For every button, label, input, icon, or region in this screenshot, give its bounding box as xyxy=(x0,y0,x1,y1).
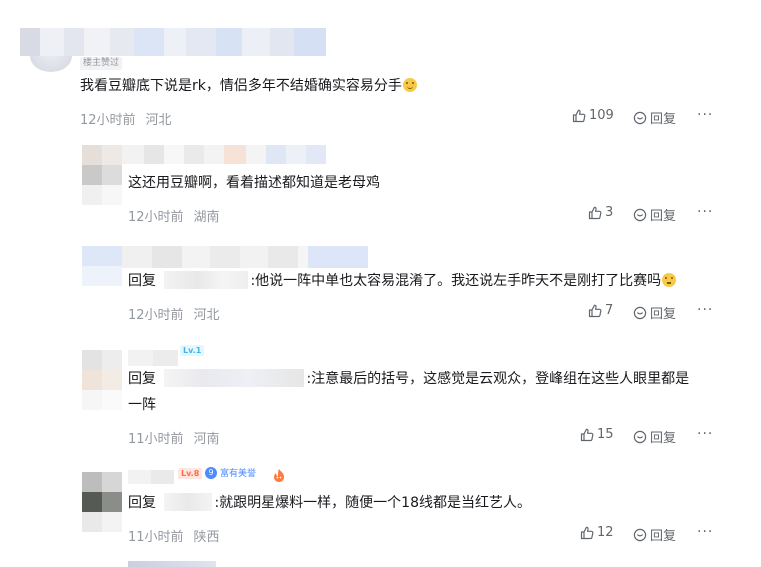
reply-label: 回复 xyxy=(650,431,677,446)
mentioned-user-blurred[interactable] xyxy=(164,369,305,387)
like-button[interactable]: 15 xyxy=(580,427,614,442)
like-count: 109 xyxy=(589,108,614,123)
reply-location: 湖南 xyxy=(193,210,220,225)
comment-time: 12小时前 xyxy=(80,113,136,128)
reply-label: 回复 xyxy=(650,529,677,544)
emoji-smile-icon xyxy=(402,78,417,92)
reply-meta: 12小时前 湖南 xyxy=(128,206,230,225)
reply-prefix: 回复 xyxy=(128,273,156,289)
reply-label: 回复 xyxy=(650,209,677,224)
comment-text: 我看豆瓣底下说是rk，情侣多年不结婚确实容易分手 xyxy=(80,75,417,97)
emoji-sad-icon xyxy=(662,273,677,287)
avatar[interactable] xyxy=(82,145,122,205)
mentioned-user-blurred[interactable] xyxy=(164,493,213,511)
username-blurred[interactable] xyxy=(128,350,178,366)
more-icon[interactable]: ··· xyxy=(697,302,713,318)
reply-bubble-icon xyxy=(633,430,647,444)
reply-location: 陕西 xyxy=(193,530,220,545)
fire-icon xyxy=(272,467,286,482)
thumbs-up-icon xyxy=(580,526,594,540)
avatar[interactable] xyxy=(82,246,122,286)
reply-button[interactable]: 回复 xyxy=(633,427,676,446)
reply-text: 回复 :就跟明星爆料一样，随便一个18线都是当红艺人。 xyxy=(128,492,531,514)
like-count: 15 xyxy=(597,427,614,442)
level-badge: Lv.8 xyxy=(178,468,203,479)
comment-text-content: 我看豆瓣底下说是rk，情侣多年不结婚确实容易分手 xyxy=(80,78,402,94)
comment-location: 河北 xyxy=(145,113,172,128)
level-badge: Lv.1 xyxy=(180,345,205,356)
reply-button[interactable]: 回复 xyxy=(633,303,676,322)
more-icon[interactable]: ··· xyxy=(697,107,713,123)
reply-bubble-icon xyxy=(633,528,647,542)
reply-meta: 12小时前 河北 xyxy=(128,304,230,323)
like-button[interactable]: 7 xyxy=(588,303,613,318)
avatar[interactable] xyxy=(82,472,122,532)
author-liked-tag: 楼主赞过 xyxy=(80,57,123,70)
reply-meta: 11小时前 陕西 xyxy=(128,526,230,545)
reply-text: 这还用豆瓣啊，看着描述都知道是老母鸡 xyxy=(128,175,380,191)
thumbs-up-icon xyxy=(588,304,602,318)
username-blurred[interactable] xyxy=(20,28,326,56)
reply-label: 回复 xyxy=(650,112,677,127)
reply-button[interactable]: 回复 xyxy=(633,205,676,224)
more-icon[interactable]: ··· xyxy=(697,204,713,220)
reply-text: 回复 :注意最后的括号，这感觉是云观众，登峰组在这些人眼里都是 xyxy=(128,368,689,390)
reply-time: 11小时前 xyxy=(128,530,184,545)
like-button[interactable]: 12 xyxy=(580,525,614,540)
thumbs-up-icon xyxy=(588,206,602,220)
like-button[interactable]: 109 xyxy=(572,108,614,123)
reply-text-content: :他说一阵中单也太容易混淆了。我还说左手昨天不是刚打了比赛吗 xyxy=(250,273,662,289)
reply-meta: 11小时前 河南 xyxy=(128,428,230,447)
reply-button[interactable]: 回复 xyxy=(633,525,676,544)
reply-label: 回复 xyxy=(650,307,677,322)
reply-prefix: 回复 xyxy=(128,495,156,511)
medal-icon: 9 xyxy=(205,466,217,479)
username-blurred[interactable] xyxy=(122,246,368,268)
comment-meta: 12小时前 河北 xyxy=(80,109,182,128)
reply-text-content: :就跟明星爆料一样，随便一个18线都是当红艺人。 xyxy=(214,495,531,511)
honor-badge-label: 富有美誉 xyxy=(220,469,257,479)
more-icon[interactable]: ··· xyxy=(697,524,713,540)
reply-text-line2: 一阵 xyxy=(128,397,156,413)
username-blurred[interactable] xyxy=(122,145,326,164)
like-button[interactable]: 3 xyxy=(588,205,613,220)
mentioned-user-blurred[interactable] xyxy=(164,271,249,289)
honor-badge: 9 富有美誉 xyxy=(205,466,256,479)
reply-prefix: 回复 xyxy=(128,371,156,387)
thumbs-up-icon xyxy=(580,428,594,442)
expand-replies-link[interactable] xyxy=(128,561,216,567)
reply-button[interactable]: 回复 xyxy=(633,108,676,127)
reply-bubble-icon xyxy=(633,111,647,125)
thumbs-up-icon xyxy=(572,109,586,123)
reply-text-content: :注意最后的括号，这感觉是云观众，登峰组在这些人眼里都是 xyxy=(306,371,690,387)
reply-text: 回复 :他说一阵中单也太容易混淆了。我还说左手昨天不是刚打了比赛吗 xyxy=(128,270,677,292)
reply-time: 12小时前 xyxy=(128,210,184,225)
reply-time: 11小时前 xyxy=(128,432,184,447)
reply-location: 河南 xyxy=(193,432,220,447)
like-count: 3 xyxy=(605,205,614,220)
like-count: 12 xyxy=(597,525,614,540)
like-count: 7 xyxy=(605,303,614,318)
avatar[interactable] xyxy=(82,350,122,410)
reply-bubble-icon xyxy=(633,208,647,222)
reply-bubble-icon xyxy=(633,306,647,320)
reply-time: 12小时前 xyxy=(128,308,184,323)
more-icon[interactable]: ··· xyxy=(697,426,713,442)
reply-location: 河北 xyxy=(193,308,220,323)
username-blurred[interactable] xyxy=(128,470,174,484)
